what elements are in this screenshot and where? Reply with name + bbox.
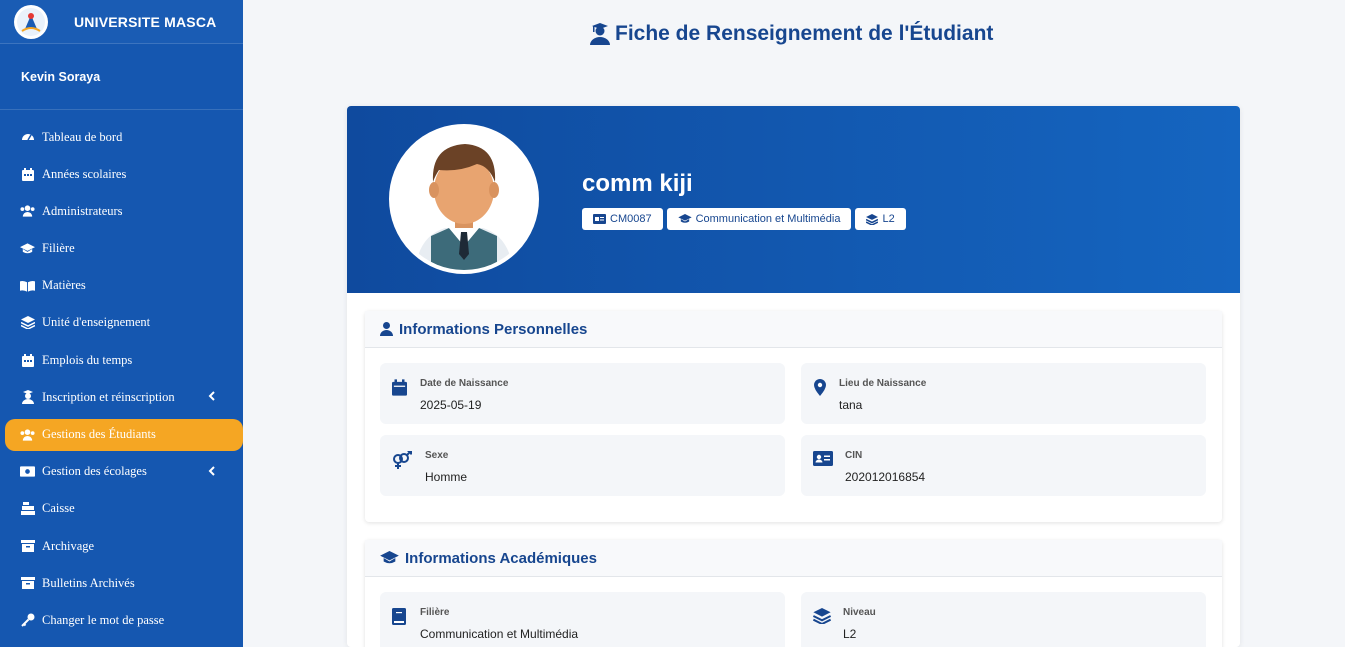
- sidebar-item-label: Gestion des écolages: [42, 464, 147, 479]
- users-icon: [20, 204, 35, 219]
- student-card: comm kiji CM0087 Communication et Multim…: [347, 106, 1240, 647]
- sidebar-item-label: Administrateurs: [42, 203, 123, 218]
- sidebar-item-tableau-de-bord[interactable]: Tableau de bord: [0, 121, 243, 153]
- sidebar-item-label: Caisse: [42, 501, 75, 516]
- sidebar-item-label: Archivage: [42, 538, 95, 553]
- sidebar-item-gestions-etudiants[interactable]: Gestions des Étudiants: [5, 418, 243, 451]
- dashboard-icon: [20, 130, 35, 145]
- sidebar-item-caisse[interactable]: Caisse: [0, 493, 243, 525]
- university-logo: [14, 4, 48, 39]
- brand-name: UNIVERSITE MASCA: [74, 13, 217, 30]
- archive-icon: [20, 576, 35, 591]
- niveau-badge: L2: [855, 208, 906, 230]
- birth-date-label: Date de Naissance: [420, 378, 509, 389]
- sex-value: Homme: [425, 470, 468, 484]
- sidebar-item-label: Emplois du temps: [42, 352, 133, 367]
- users-icon: [20, 427, 35, 442]
- cin-field: CIN 202012016854: [801, 435, 1206, 496]
- sidebar-item-label: Changer le mot de passe: [42, 612, 165, 627]
- calendar-icon: [392, 379, 407, 401]
- sidebar-item-changer-mot-de-passe[interactable]: Changer le mot de passe: [0, 604, 243, 636]
- cin-label: CIN: [845, 450, 863, 461]
- filiere-text: Communication et Multimédia: [695, 213, 841, 225]
- layers-icon: [812, 608, 832, 629]
- book-icon: [392, 608, 406, 630]
- graduation-cap-icon: [677, 214, 692, 223]
- personal-info-section: Informations Personnelles Date de Naissa…: [365, 311, 1222, 522]
- chevron-left-icon: [208, 390, 215, 405]
- layers-icon: [866, 213, 879, 225]
- student-header: comm kiji CM0087 Communication et Multim…: [347, 106, 1240, 293]
- sidebar-item-label: Tableau de bord: [42, 129, 123, 144]
- sidebar-item-label: Inscription et réinscription: [42, 389, 175, 404]
- birth-place-field: Lieu de Naissance tana: [801, 363, 1206, 424]
- sidebar-item-label: Filière: [42, 241, 75, 256]
- personal-info-header: Informations Personnelles: [365, 311, 1222, 348]
- student-badges: CM0087 Communication et Multimédia L2: [582, 208, 906, 230]
- sex-label: Sexe: [425, 450, 449, 461]
- sidebar-item-label: Unité d'enseignement: [42, 315, 151, 330]
- niveau-field: Niveau L2: [801, 592, 1206, 647]
- calendar-icon: [20, 167, 35, 182]
- sidebar-item-label: Années scolaires: [42, 166, 127, 181]
- birth-date-field: Date de Naissance 2025-05-19: [380, 363, 785, 424]
- student-name: comm kiji: [582, 170, 693, 197]
- sex-field: Sexe Homme: [380, 435, 785, 496]
- id-card-icon: [593, 214, 606, 224]
- page-title: Fiche de Renseignement de l'Étudiant: [590, 22, 993, 46]
- sidebar-item-inscription[interactable]: Inscription et réinscription: [0, 381, 243, 413]
- birth-place-label: Lieu de Naissance: [839, 378, 927, 389]
- niveau-text: L2: [882, 213, 895, 225]
- academic-info-header: Informations Académiques: [365, 540, 1222, 577]
- filiere-badge: Communication et Multimédia: [666, 208, 852, 230]
- archive-icon: [20, 539, 35, 554]
- user-name[interactable]: Kevin Soraya: [0, 44, 243, 110]
- sidebar: UNIVERSITE MASCA Kevin Soraya Tableau de…: [0, 0, 243, 647]
- sidebar-item-bulletins-archives[interactable]: Bulletins Archivés: [0, 567, 243, 599]
- matricule-badge: CM0087: [582, 208, 663, 230]
- matricule-text: CM0087: [610, 213, 652, 225]
- sidebar-item-administrateurs[interactable]: Administrateurs: [0, 195, 243, 227]
- sidebar-item-filiere[interactable]: Filière: [0, 233, 243, 265]
- map-marker-icon: [814, 379, 826, 401]
- filiere-value: Communication et Multimédia: [420, 627, 579, 641]
- book-open-icon: [20, 278, 35, 293]
- sidebar-item-emplois-du-temps[interactable]: Emplois du temps: [0, 344, 243, 376]
- filiere-field: Filière Communication et Multimédia: [380, 592, 785, 647]
- venus-mars-icon: [392, 450, 412, 474]
- birth-place-value: tana: [839, 398, 863, 412]
- user-icon: [380, 322, 393, 336]
- birth-date-value: 2025-05-19: [420, 398, 482, 412]
- academic-info-title: Informations Académiques: [405, 549, 597, 567]
- sidebar-item-label: Gestions des Étudiants: [42, 427, 156, 441]
- sidebar-item-archivage[interactable]: Archivage: [0, 530, 243, 562]
- sidebar-item-matieres[interactable]: Matières: [0, 270, 243, 302]
- cash-register-icon: [20, 501, 35, 516]
- graduation-cap-icon: [380, 551, 399, 564]
- sidebar-item-annees-scolaires[interactable]: Années scolaires: [0, 158, 243, 190]
- sidebar-item-label: Bulletins Archivés: [42, 575, 135, 590]
- filiere-label: Filière: [420, 607, 450, 618]
- student-avatar: [389, 124, 539, 274]
- user-graduate-icon: [590, 23, 610, 45]
- graduation-cap-icon: [20, 241, 35, 256]
- niveau-label: Niveau: [843, 607, 876, 618]
- key-icon: [20, 613, 35, 628]
- page-title-text: Fiche de Renseignement de l'Étudiant: [615, 22, 994, 45]
- personal-info-title: Informations Personnelles: [399, 320, 588, 338]
- id-card-icon: [813, 451, 833, 471]
- money-icon: [20, 464, 35, 479]
- sidebar-nav: Tableau de bord Années scolaires Adminis…: [0, 110, 243, 636]
- calendar-icon: [20, 353, 35, 368]
- cin-value: 202012016854: [845, 470, 926, 484]
- niveau-value: L2: [843, 627, 857, 641]
- chevron-left-icon: [208, 465, 215, 480]
- user-graduate-icon: [20, 390, 35, 405]
- sidebar-item-gestion-ecolages[interactable]: Gestion des écolages: [0, 456, 243, 488]
- layers-icon: [20, 315, 35, 330]
- sidebar-item-unite-enseignement[interactable]: Unité d'enseignement: [0, 307, 243, 339]
- sidebar-item-label: Matières: [42, 278, 86, 293]
- brand[interactable]: UNIVERSITE MASCA: [0, 0, 243, 44]
- academic-info-section: Informations Académiques Filière Communi…: [365, 540, 1222, 647]
